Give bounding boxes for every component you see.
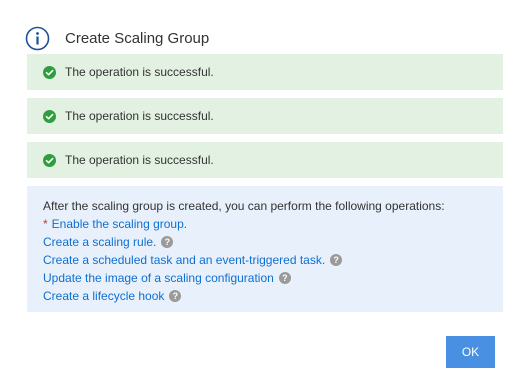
help-icon[interactable]: ? [278, 272, 291, 284]
success-message-box: The operation is successful. [27, 54, 503, 90]
success-message-text: The operation is successful. [65, 153, 214, 167]
enable-scaling-group-link[interactable]: Enable the scaling group. [52, 215, 187, 233]
create-scheduled-task-link[interactable]: Create a scheduled task and an event-tri… [43, 251, 325, 269]
operations-intro: After the scaling group is created, you … [43, 199, 445, 213]
help-icon[interactable]: ? [330, 254, 343, 266]
dialog-header: Create Scaling Group [25, 25, 209, 51]
success-message-box: The operation is successful. [27, 98, 503, 134]
required-marker: * [43, 217, 48, 231]
operation-item-enable: * Enable the scaling group. [43, 215, 487, 233]
check-circle-icon [43, 65, 56, 79]
help-icon[interactable]: ? [169, 290, 182, 302]
success-message-text: The operation is successful. [65, 65, 214, 79]
create-scaling-rule-link[interactable]: Create a scaling rule. [43, 233, 156, 251]
next-operations-box: After the scaling group is created, you … [27, 186, 503, 312]
success-message-text: The operation is successful. [65, 109, 214, 123]
check-circle-icon [43, 153, 56, 167]
help-icon[interactable]: ? [161, 236, 174, 248]
check-circle-icon [43, 109, 56, 123]
create-lifecycle-hook-link[interactable]: Create a lifecycle hook [43, 287, 164, 305]
operation-item-update-image: Update the image of a scaling configurat… [43, 269, 487, 287]
operation-item-scheduled-task: Create a scheduled task and an event-tri… [43, 251, 487, 269]
info-icon [25, 26, 50, 50]
ok-button[interactable]: OK [446, 336, 495, 368]
update-image-link[interactable]: Update the image of a scaling configurat… [43, 269, 274, 287]
create-scaling-group-dialog: Create Scaling Group The operation is su… [0, 0, 530, 387]
operation-item-scaling-rule: Create a scaling rule. ? [43, 233, 487, 251]
dialog-title: Create Scaling Group [65, 29, 210, 47]
operation-item-lifecycle-hook: Create a lifecycle hook ? [43, 287, 487, 305]
success-message-box: The operation is successful. [27, 142, 503, 178]
